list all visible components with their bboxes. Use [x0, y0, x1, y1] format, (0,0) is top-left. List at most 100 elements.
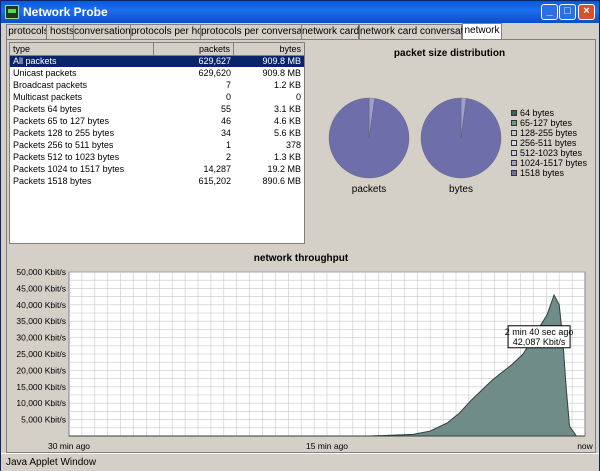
- title-bar[interactable]: Network Probe _ □ ×: [1, 1, 599, 23]
- tab-protocols-per-host[interactable]: protocols per host: [130, 24, 211, 39]
- table-row[interactable]: Packets 1024 to 1517 bytes 14,287 19.2 MB: [10, 164, 304, 175]
- table-row[interactable]: Packets 1518 bytes 615,202 890.6 MB: [10, 176, 304, 187]
- legend-label: 128-255 bytes: [520, 128, 578, 138]
- cell-packets: 55: [220, 104, 231, 114]
- header-bytes[interactable]: bytes: [234, 43, 304, 55]
- cell-bytes: 3.1 KB: [273, 104, 301, 114]
- legend-label: 1518 bytes: [520, 168, 565, 178]
- cell-type: Broadcast packets: [13, 80, 88, 90]
- legend-swatch: [511, 160, 517, 166]
- app-window: Network Probe _ □ × protocols hosts conv…: [0, 0, 600, 471]
- legend-label: 65-127 bytes: [520, 118, 573, 128]
- x-tick-label: 30 min ago: [48, 441, 90, 451]
- legend-label: 1024-1517 bytes: [520, 158, 588, 168]
- cell-packets: 14,287: [203, 164, 231, 174]
- legend-label: 512-1023 bytes: [520, 148, 583, 158]
- table-row[interactable]: All packets 629,627 909.8 MB: [10, 56, 304, 67]
- legend-label: 256-511 bytes: [520, 138, 577, 148]
- tooltip-value: 42,087 Kbit/s: [513, 337, 566, 347]
- network-throughput-panel: network throughput 50,000 Kbit/s 45,000 K…: [7, 246, 595, 452]
- status-bar: Java Applet Window: [1, 453, 599, 471]
- pie-label-packets: packets: [351, 184, 387, 195]
- cell-packets: 615,202: [198, 176, 231, 186]
- cell-type: Multicast packets: [13, 92, 83, 102]
- tab-network[interactable]: network: [462, 23, 502, 39]
- y-tick-label: 20,000 Kbit/s: [16, 365, 66, 375]
- pie-slice-bytes-6: [420, 97, 502, 179]
- pie-slice-packets-6: [328, 97, 410, 179]
- close-button[interactable]: ×: [578, 4, 595, 20]
- cell-type: Unicast packets: [13, 68, 77, 78]
- cell-packets: 629,627: [198, 56, 231, 66]
- cell-type: Packets 128 to 255 bytes: [13, 128, 115, 138]
- window-title: Network Probe: [23, 5, 108, 19]
- throughput-tooltip: 2 min 40 sec ago 42,087 Kbit/s: [505, 325, 574, 349]
- y-tick-label: 30,000 Kbit/s: [16, 333, 66, 343]
- legend-swatch: [511, 150, 517, 156]
- table-header: type packets bytes: [10, 43, 304, 56]
- minimize-button[interactable]: _: [541, 4, 558, 20]
- cell-type: All packets: [13, 56, 57, 66]
- tab-network-card-conversations[interactable]: network card conversations: [359, 24, 482, 39]
- table-row[interactable]: Broadcast packets 7 1.2 KB: [10, 80, 304, 91]
- table-row[interactable]: Packets 128 to 255 bytes 34 5.6 KB: [10, 128, 304, 139]
- table-row[interactable]: Packets 512 to 1023 bytes 2 1.3 KB: [10, 152, 304, 163]
- legend-swatch: [511, 140, 517, 146]
- packet-size-distribution-panel: packet size distribution packets bytes 6…: [305, 42, 594, 244]
- table-row[interactable]: Packets 256 to 511 bytes 1 378: [10, 140, 304, 151]
- pie-label-bytes: bytes: [449, 184, 473, 195]
- cell-packets: 0: [225, 92, 231, 102]
- y-tick-label: 5,000 Kbit/s: [21, 415, 66, 425]
- cell-packets: 1: [225, 140, 231, 150]
- monitor-icon: [5, 5, 19, 19]
- table-row[interactable]: Packets 65 to 127 bytes 46 4.6 KB: [10, 116, 304, 127]
- cell-bytes: 378: [285, 140, 301, 150]
- x-axis-ticks: 30 min ago 15 min ago now: [48, 441, 594, 451]
- packet-stats-table: type packets bytes All packets 629,627 909…: [9, 42, 305, 244]
- cell-bytes: 890.6 MB: [262, 176, 301, 186]
- y-tick-label: 15,000 Kbit/s: [16, 382, 66, 392]
- maximize-button[interactable]: □: [559, 4, 576, 20]
- cell-packets: 34: [220, 128, 231, 138]
- y-tick-label: 10,000 Kbit/s: [16, 398, 66, 408]
- legend-label: 64 bytes: [520, 108, 555, 118]
- x-tick-label: 15 min ago: [306, 441, 348, 451]
- table-row[interactable]: Unicast packets 629,620 909.8 MB: [10, 68, 304, 79]
- header-packets[interactable]: packets: [154, 43, 234, 55]
- y-tick-label: 40,000 Kbit/s: [16, 300, 66, 310]
- cell-packets: 46: [220, 116, 231, 126]
- cell-bytes: 909.8 MB: [262, 68, 301, 78]
- y-tick-label: 50,000 Kbit/s: [16, 267, 66, 277]
- tab-protocols[interactable]: protocols: [6, 24, 51, 39]
- tab-network-cards[interactable]: network cards: [301, 24, 364, 39]
- cell-bytes: 909.8 MB: [262, 56, 301, 66]
- cell-type: Packets 1518 bytes: [13, 176, 92, 186]
- y-tick-label: 25,000 Kbit/s: [16, 349, 66, 359]
- network-throughput-chart: network throughput 50,000 Kbit/s 45,000 K…: [16, 253, 594, 451]
- status-text: Java Applet Window: [6, 457, 97, 468]
- y-tick-label: 35,000 Kbit/s: [16, 316, 66, 326]
- cell-type: Packets 256 to 511 bytes: [13, 140, 114, 150]
- cell-bytes: 4.6 KB: [273, 116, 301, 126]
- tab-conversations[interactable]: conversations: [73, 24, 136, 39]
- legend-swatch: [511, 120, 517, 126]
- table-row[interactable]: Packets 64 bytes 55 3.1 KB: [10, 104, 304, 115]
- cell-bytes: 5.6 KB: [273, 128, 301, 138]
- legend-swatch: [511, 110, 517, 116]
- tab-protocols-per-conversation[interactable]: protocols per conversation: [200, 24, 318, 39]
- chart-title: network throughput: [254, 253, 349, 264]
- tooltip-time: 2 min 40 sec ago: [505, 327, 574, 337]
- header-type[interactable]: type: [10, 43, 154, 55]
- cell-type: Packets 64 bytes: [13, 104, 82, 114]
- cell-bytes: 1.3 KB: [273, 152, 301, 162]
- y-tick-label: 45,000 Kbit/s: [16, 283, 66, 293]
- cell-packets: 2: [225, 152, 231, 162]
- table-row[interactable]: Multicast packets 0 0: [10, 92, 304, 103]
- cell-type: Packets 1024 to 1517 bytes: [13, 164, 125, 174]
- legend-swatch: [511, 130, 517, 136]
- cell-type: Packets 65 to 127 bytes: [13, 116, 110, 126]
- cell-bytes: 0: [295, 92, 301, 102]
- y-axis-ticks: 50,000 Kbit/s 45,000 Kbit/s 40,000 Kbit/s 3…: [16, 267, 66, 425]
- legend-swatch: [511, 170, 517, 176]
- cell-type: Packets 512 to 1023 bytes: [13, 152, 120, 162]
